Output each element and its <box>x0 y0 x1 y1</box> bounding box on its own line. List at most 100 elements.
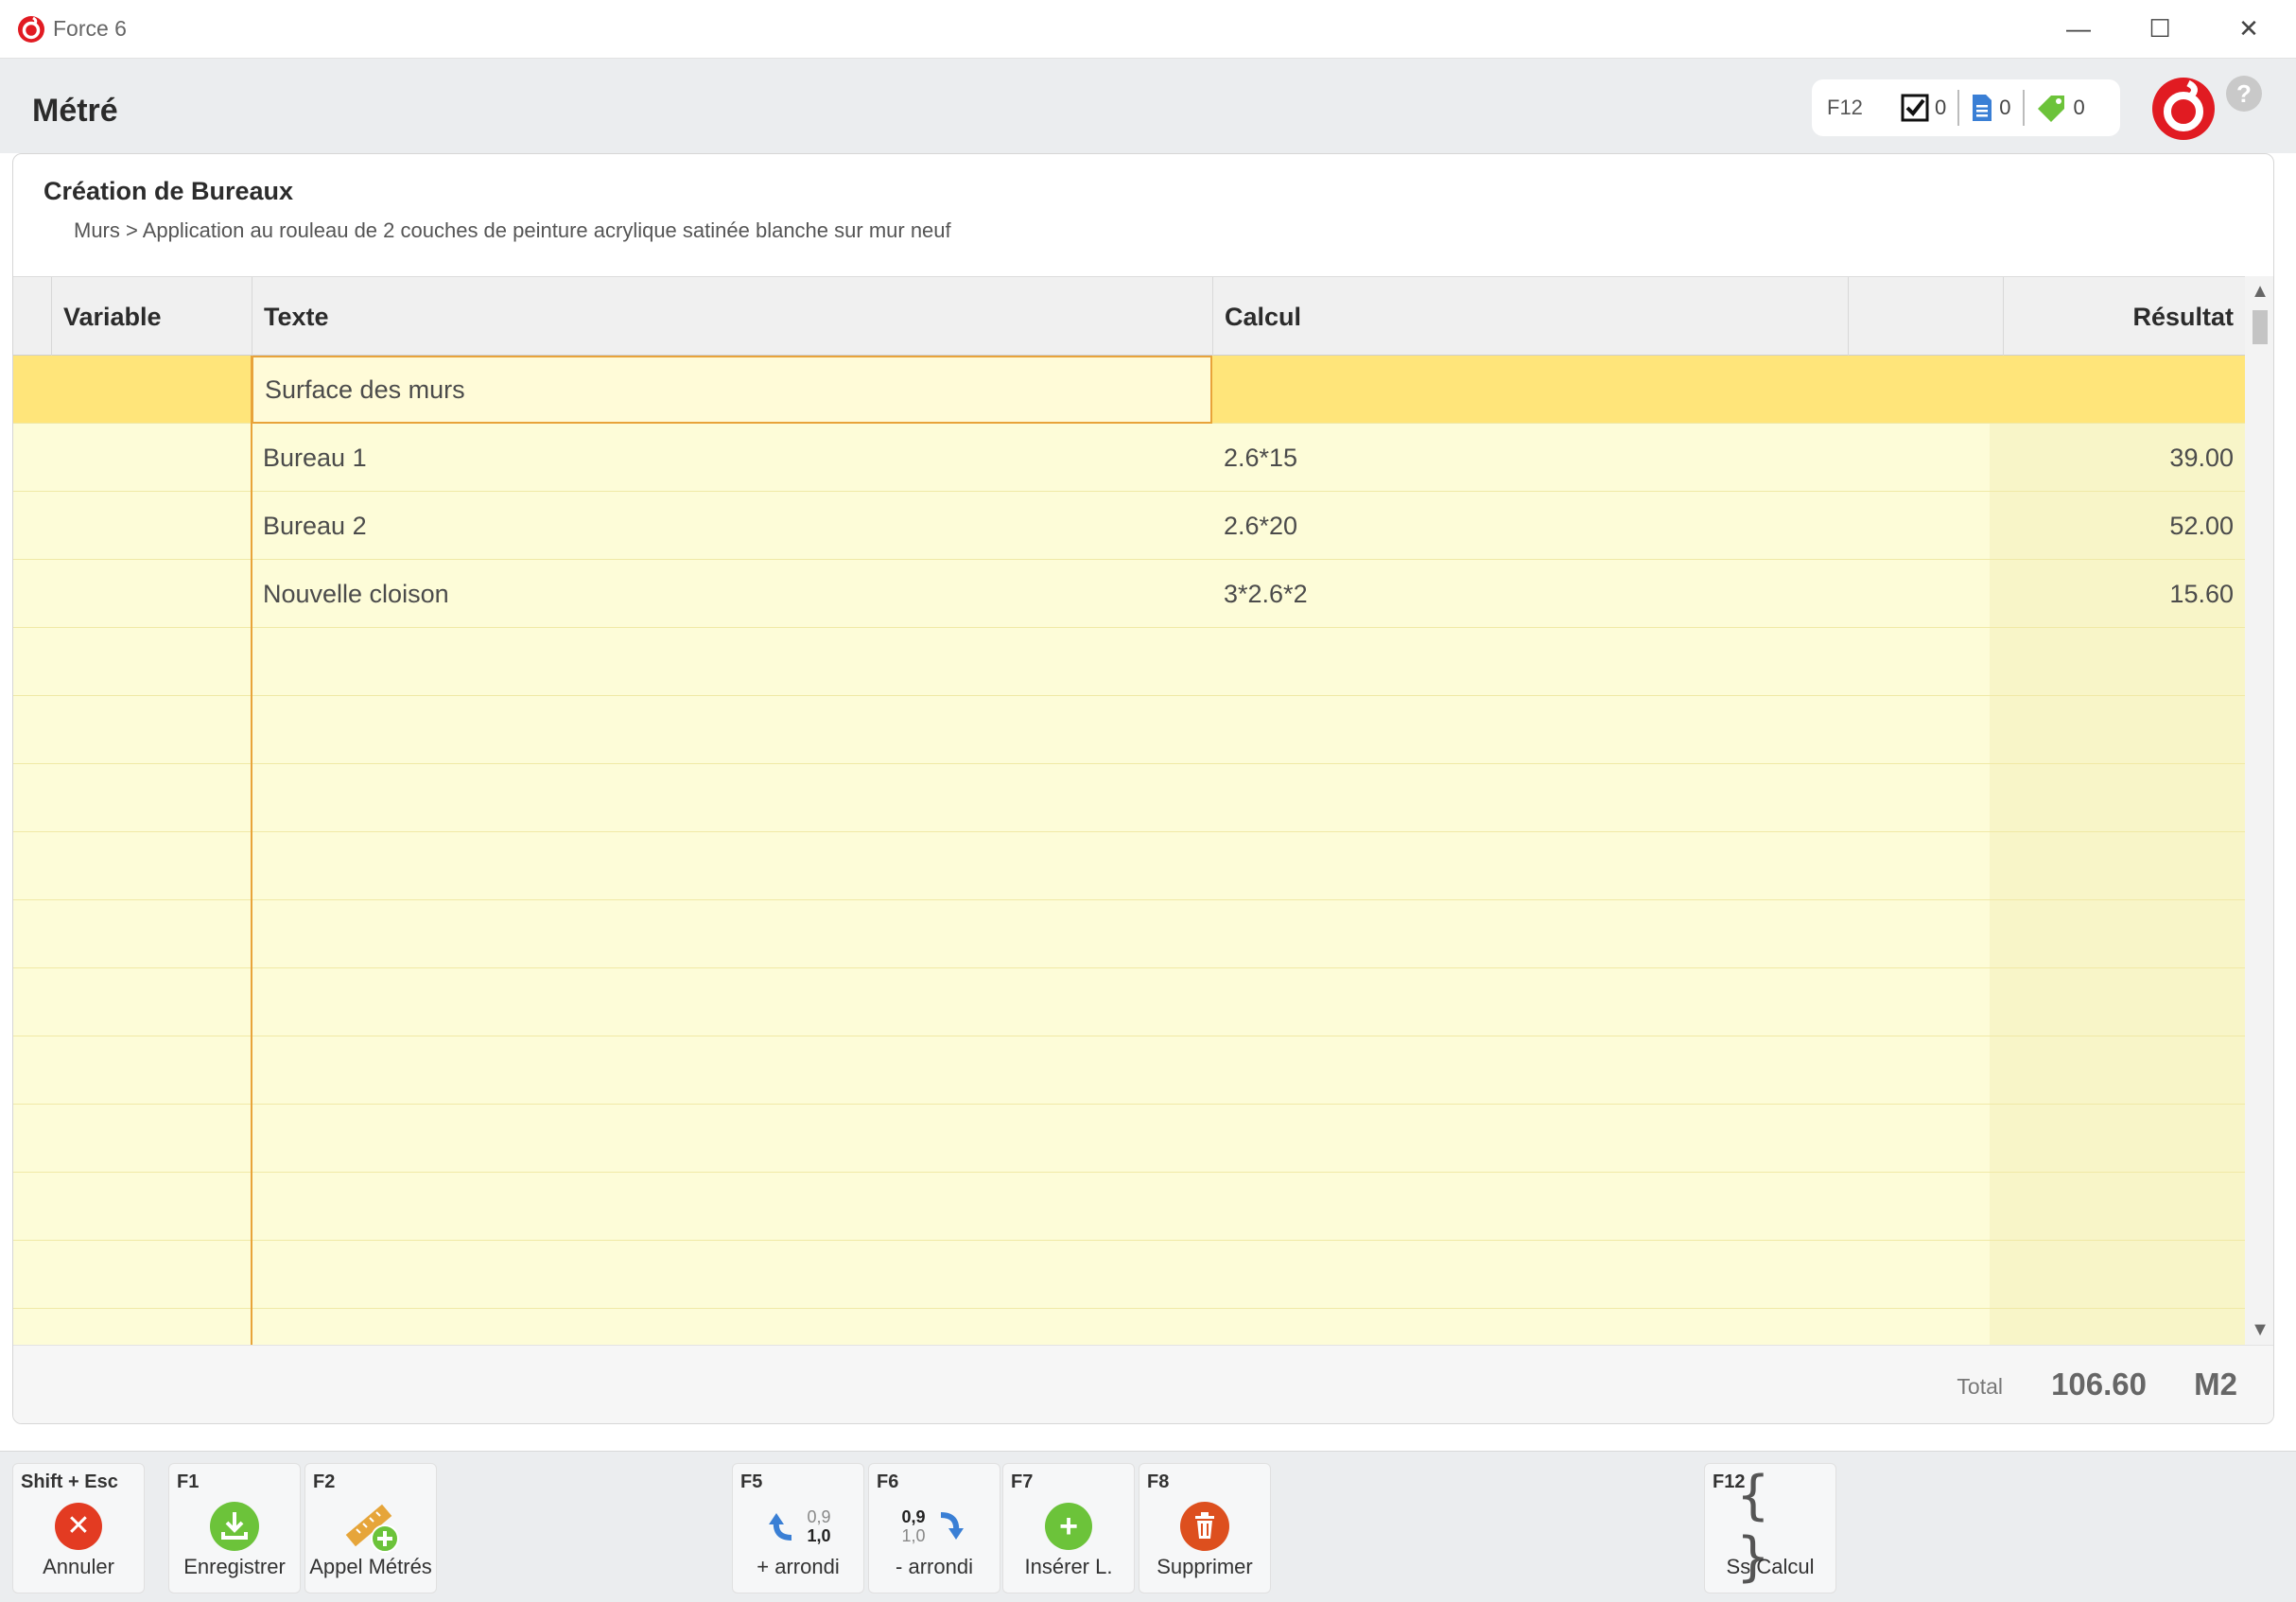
cell-texte[interactable] <box>252 1241 1212 1309</box>
cell-resultat[interactable] <box>1990 356 2245 424</box>
tags-indicator[interactable]: 0 <box>2022 90 2096 126</box>
appel-metres-button[interactable]: F2 Appel Métrés <box>304 1463 437 1593</box>
cell-variable[interactable] <box>13 1173 252 1241</box>
column-header-resultat[interactable]: Résultat <box>2003 277 2245 357</box>
scroll-down-icon[interactable]: ▼ <box>2245 1315 2273 1345</box>
table-row[interactable]: Bureau 2 2.6*20 52.00 <box>13 492 2245 560</box>
cell-texte[interactable] <box>252 764 1212 832</box>
cell-resultat[interactable] <box>1990 832 2245 900</box>
cell-texte[interactable]: Nouvelle cloison <box>252 560 1212 628</box>
cell-resultat[interactable] <box>1990 1241 2245 1309</box>
table-row[interactable]: Nouvelle cloison 3*2.6*2 15.60 <box>13 560 2245 628</box>
cell-variable[interactable] <box>13 424 252 492</box>
table-row[interactable] <box>13 1036 2245 1105</box>
cell-resultat[interactable] <box>1990 968 2245 1036</box>
cell-variable[interactable] <box>13 1036 252 1105</box>
cell-calcul[interactable]: 2.6*20 <box>1212 492 1848 560</box>
scrollbar-thumb[interactable] <box>2253 310 2268 344</box>
plus-arrondi-button[interactable]: F5 0,9 1,0 + arrondi <box>732 1463 864 1593</box>
table-row[interactable] <box>13 900 2245 968</box>
table-row[interactable] <box>13 696 2245 764</box>
cell-variable[interactable] <box>13 492 252 560</box>
column-header-variable[interactable]: Variable <box>51 277 252 357</box>
cell-texte[interactable] <box>252 832 1212 900</box>
cell-calcul[interactable] <box>1212 764 1848 832</box>
cell-calcul[interactable] <box>1212 1173 1848 1241</box>
table-row[interactable] <box>13 968 2245 1036</box>
cell-calcul[interactable] <box>1212 832 1848 900</box>
column-header-texte[interactable]: Texte <box>252 277 1212 357</box>
cell-variable[interactable] <box>13 764 252 832</box>
column-header-extra[interactable] <box>1848 277 2003 357</box>
cell-calcul[interactable] <box>1212 1241 1848 1309</box>
cell-resultat[interactable] <box>1990 1173 2245 1241</box>
ss-calcul-button[interactable]: F12 { } Ss Calcul <box>1704 1463 1836 1593</box>
table-row[interactable] <box>13 764 2245 832</box>
cell-texte[interactable] <box>252 1036 1212 1105</box>
cell-texte[interactable]: Surface des murs <box>252 356 1212 424</box>
maximize-button[interactable]: ☐ <box>2113 0 2207 57</box>
cell-variable[interactable] <box>13 560 252 628</box>
enregistrer-button[interactable]: F1 Enregistrer <box>168 1463 301 1593</box>
cell-resultat[interactable] <box>1990 1105 2245 1173</box>
documents-indicator[interactable]: 0 <box>1957 90 2022 126</box>
tasks-indicator[interactable]: 0 <box>1889 90 1957 126</box>
cell-variable[interactable] <box>13 900 252 968</box>
cell-texte[interactable] <box>252 1105 1212 1173</box>
cell-resultat[interactable] <box>1990 628 2245 696</box>
cell-texte[interactable] <box>252 696 1212 764</box>
cell-calcul[interactable] <box>1212 968 1848 1036</box>
cell-calcul[interactable] <box>1212 900 1848 968</box>
annuler-label: Annuler <box>43 1555 114 1578</box>
cell-calcul[interactable]: 2.6*15 <box>1212 424 1848 492</box>
moins-arrondi-button[interactable]: F6 0,9 1,0 - arrondi <box>868 1463 1000 1593</box>
close-window-button[interactable]: ✕ <box>2201 0 2296 57</box>
cell-texte[interactable] <box>252 968 1212 1036</box>
cell-resultat[interactable] <box>1990 1036 2245 1105</box>
cell-texte[interactable] <box>252 1173 1212 1241</box>
cell-resultat[interactable]: 15.60 <box>1990 560 2245 628</box>
scroll-up-icon[interactable]: ▲ <box>2245 276 2273 306</box>
cell-texte[interactable]: Bureau 2 <box>252 492 1212 560</box>
annuler-button[interactable]: Shift + Esc ✕ Annuler <box>12 1463 145 1593</box>
cell-texte[interactable] <box>252 628 1212 696</box>
inserer-ligne-button[interactable]: F7 + Insérer L. <box>1002 1463 1135 1593</box>
column-header-calcul[interactable]: Calcul <box>1212 277 1848 357</box>
cell-calcul[interactable] <box>1212 628 1848 696</box>
table-row[interactable] <box>13 1105 2245 1173</box>
help-button[interactable]: ? <box>2226 76 2262 112</box>
cell-resultat[interactable] <box>1990 696 2245 764</box>
cell-variable[interactable] <box>13 696 252 764</box>
document-icon <box>1973 95 1992 121</box>
cell-resultat[interactable] <box>1990 764 2245 832</box>
cell-texte[interactable]: Bureau 1 <box>252 424 1212 492</box>
table-row[interactable] <box>13 1241 2245 1309</box>
cell-variable[interactable] <box>13 968 252 1036</box>
table-row[interactable] <box>13 628 2245 696</box>
cell-calcul[interactable] <box>1212 356 1848 424</box>
cell-variable[interactable] <box>13 1105 252 1173</box>
minimize-button[interactable]: — <box>2031 0 2126 57</box>
supprimer-button[interactable]: F8 Supprimer <box>1139 1463 1271 1593</box>
supprimer-shortcut: F8 <box>1147 1471 1170 1492</box>
cell-variable[interactable] <box>13 1241 252 1309</box>
cell-calcul[interactable] <box>1212 1036 1848 1105</box>
cell-calcul[interactable]: 3*2.6*2 <box>1212 560 1848 628</box>
table-row[interactable] <box>13 832 2245 900</box>
brand-logo-icon <box>2152 78 2215 140</box>
cell-calcul[interactable] <box>1212 1105 1848 1173</box>
cell-variable[interactable] <box>13 628 252 696</box>
cell-resultat[interactable]: 39.00 <box>1990 424 2245 492</box>
cell-resultat[interactable]: 52.00 <box>1990 492 2245 560</box>
cell-texte[interactable] <box>252 900 1212 968</box>
table-row[interactable] <box>13 1173 2245 1241</box>
table-row[interactable]: Bureau 1 2.6*15 39.00 <box>13 424 2245 492</box>
braces-icon: { } <box>1737 1465 1769 1588</box>
tag-icon <box>2037 96 2064 122</box>
table-row[interactable]: Surface des murs <box>13 356 2245 424</box>
cell-resultat[interactable] <box>1990 900 2245 968</box>
vertical-scrollbar[interactable]: ▲ ▼ <box>2245 276 2273 1345</box>
cell-variable[interactable] <box>13 832 252 900</box>
cell-calcul[interactable] <box>1212 696 1848 764</box>
cell-variable[interactable] <box>13 356 252 424</box>
